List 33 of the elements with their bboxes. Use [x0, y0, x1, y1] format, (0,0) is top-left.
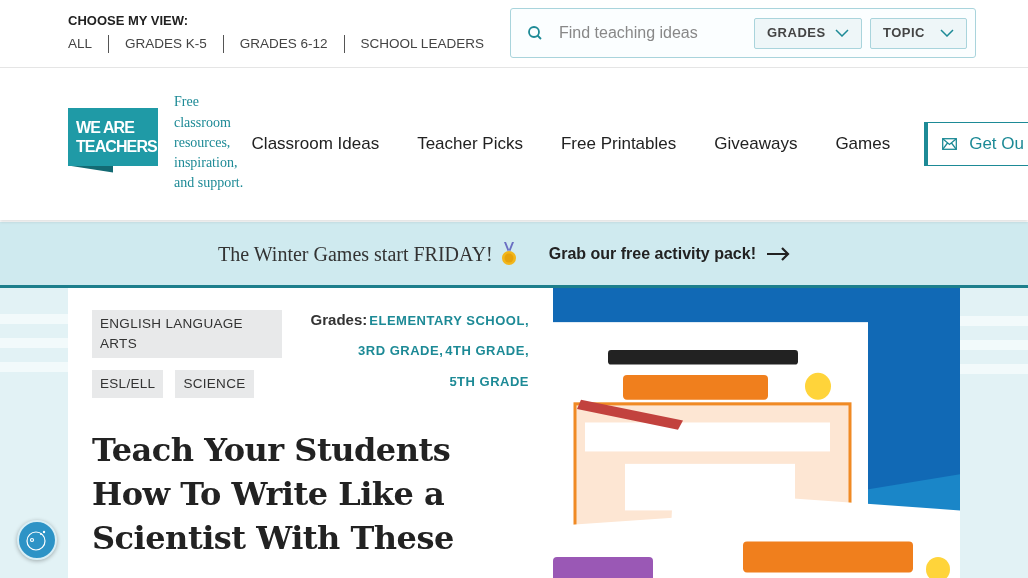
bubble-icon [25, 528, 49, 552]
newsletter-button[interactable]: Get Ou [924, 122, 1028, 166]
view-option[interactable]: GRADES 6-12 [239, 35, 328, 53]
activity-pack-link[interactable]: Grab our free activity pack! [548, 241, 790, 266]
grade-link[interactable]: ELEMENTARY SCHOOL, [369, 311, 529, 331]
view-label: CHOOSE MY VIEW: [68, 12, 190, 30]
search-icon [527, 25, 543, 41]
view-option[interactable]: SCHOOL LEADERS [360, 35, 484, 53]
filter-dropdown[interactable]: TOPIC [870, 17, 967, 49]
grades-label: Grades: [310, 310, 368, 330]
category-tag[interactable]: ESL/ELL [92, 370, 164, 398]
nav-link[interactable]: Games [835, 131, 891, 157]
view-option[interactable]: GRADES K-5 [125, 35, 207, 53]
nav-link[interactable]: Free Printables [560, 131, 677, 157]
view-option[interactable]: ALL [68, 35, 93, 53]
grade-link[interactable]: 3RD GRADE, [358, 341, 444, 362]
search-field[interactable]: Find teaching ideas [559, 21, 739, 45]
arrow-right-icon [765, 246, 790, 261]
nav-link[interactable]: Classroom Ideas [251, 131, 380, 157]
category-tag[interactable]: SCIENCE [175, 370, 254, 398]
nav-link[interactable]: Giveaways [714, 131, 798, 157]
filter-dropdown[interactable]: GRADES [754, 17, 862, 49]
chevron-down-icon [835, 29, 849, 37]
medal-icon [500, 241, 517, 266]
tagline: Free classroom resources, inspiration, and support. [174, 93, 245, 193]
grade-link[interactable]: 4TH GRADE, [445, 341, 529, 362]
mail-icon [942, 138, 958, 150]
nav-link[interactable]: Teacher Picks [417, 131, 523, 157]
grade-link[interactable]: 5TH GRADE [449, 371, 529, 392]
banner-text: The Winter Games start FRIDAY! [218, 241, 493, 267]
category-tag[interactable]: ENGLISH LANGUAGE ARTS [92, 310, 282, 358]
chevron-down-icon [940, 29, 954, 37]
article-title: Teach Your Students How To Write Like a Scientist With These [92, 430, 455, 559]
